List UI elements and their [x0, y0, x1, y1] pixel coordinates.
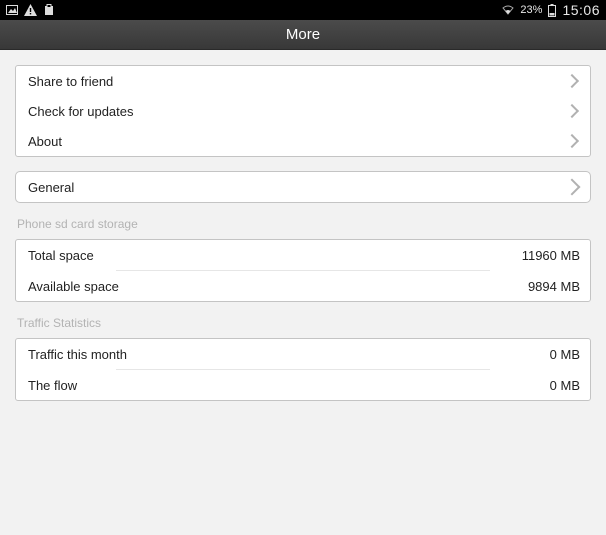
row-the-flow: The flow 0 MB	[16, 370, 590, 400]
section-header-storage: Phone sd card storage	[15, 217, 591, 239]
menu-item-label: Check for updates	[28, 104, 134, 119]
status-right: 23% 15:06	[502, 2, 600, 18]
page-title-bar: More	[0, 20, 606, 50]
section-header-traffic: Traffic Statistics	[15, 316, 591, 338]
row-value: 0 MB	[550, 347, 580, 362]
battery-icon	[548, 4, 556, 17]
general-card: General	[15, 171, 591, 203]
battery-percent: 23%	[520, 4, 542, 16]
storage-card: Total space 11960 MB Available space 989…	[15, 239, 591, 302]
row-label: Traffic this month	[28, 347, 127, 362]
row-value: 0 MB	[550, 378, 580, 393]
chevron-right-icon	[566, 74, 580, 88]
status-clock: 15:06	[562, 2, 600, 18]
row-value: 11960 MB	[522, 248, 580, 263]
menu-item-label: About	[28, 134, 62, 149]
row-value: 9894 MB	[528, 279, 580, 294]
chevron-right-icon	[566, 180, 580, 194]
traffic-card: Traffic this month 0 MB The flow 0 MB	[15, 338, 591, 401]
menu-about[interactable]: About	[16, 126, 590, 156]
row-available-space: Available space 9894 MB	[16, 271, 590, 301]
row-label: The flow	[28, 378, 77, 393]
row-label: Available space	[28, 279, 119, 294]
menu-check-for-updates[interactable]: Check for updates	[16, 96, 590, 126]
wifi-icon	[502, 5, 514, 15]
menu-item-label: Share to friend	[28, 74, 113, 89]
row-traffic-month: Traffic this month 0 MB	[16, 339, 590, 369]
menu-card: Share to friend Check for updates About	[15, 65, 591, 157]
row-label: Total space	[28, 248, 94, 263]
menu-share-to-friend[interactable]: Share to friend	[16, 66, 590, 96]
menu-general[interactable]: General	[16, 172, 590, 202]
page-title: More	[286, 26, 320, 43]
menu-item-label: General	[28, 180, 74, 195]
row-total-space: Total space 11960 MB	[16, 240, 590, 270]
status-left	[6, 4, 55, 16]
clipboard-icon	[43, 4, 55, 16]
android-status-bar: 23% 15:06	[0, 0, 606, 20]
chevron-right-icon	[566, 134, 580, 148]
image-icon	[6, 4, 18, 16]
warning-icon	[24, 4, 37, 16]
chevron-right-icon	[566, 104, 580, 118]
page-content: Share to friend Check for updates About …	[0, 50, 606, 401]
